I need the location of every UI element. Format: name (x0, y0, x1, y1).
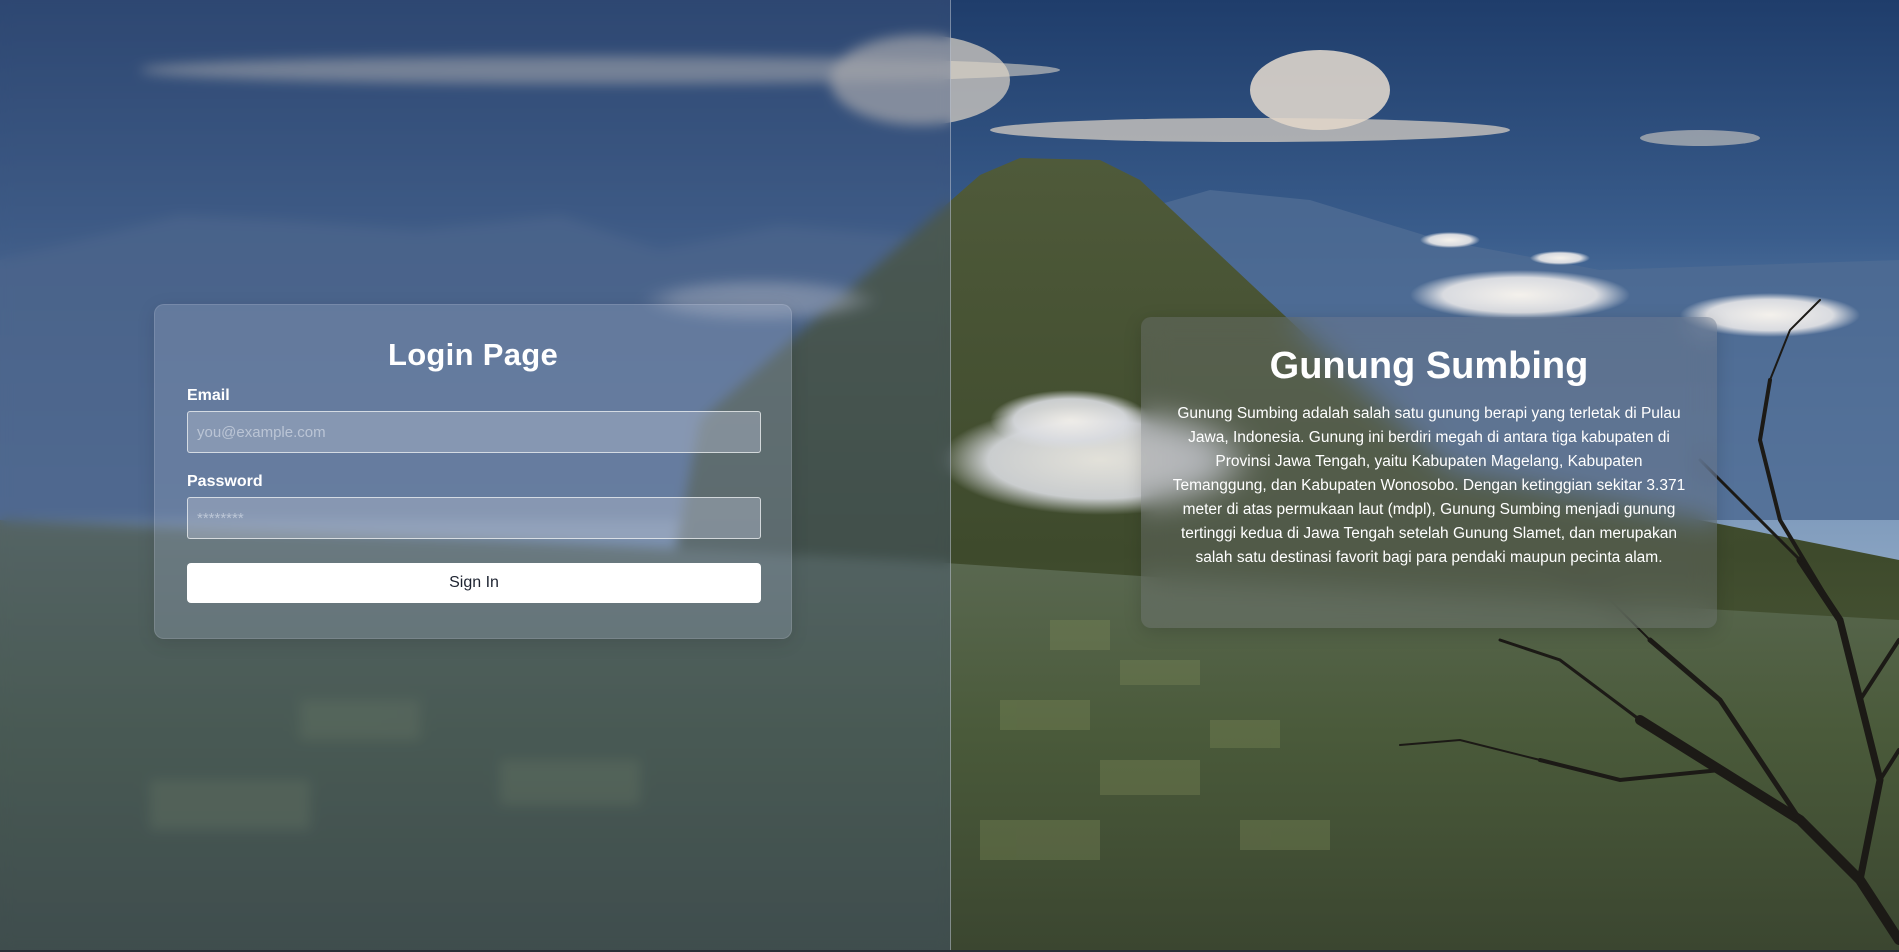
login-card: Login Page Email Password Sign In (154, 304, 792, 639)
info-title: Gunung Sumbing (1269, 345, 1589, 387)
login-title: Login Page (387, 337, 559, 372)
sign-in-button[interactable]: Sign In (187, 563, 761, 603)
password-field-group: Password (187, 473, 761, 539)
info-description: Gunung Sumbing adalah salah satu gunung … (1172, 405, 1686, 566)
email-field-group: Email (187, 387, 761, 453)
info-card: Gunung Sumbing Gunung Sumbing adalah sal… (1141, 317, 1717, 628)
left-blur-panel: Login Page Email Password Sign In (0, 0, 951, 950)
password-input[interactable] (187, 497, 761, 539)
email-label: Email (187, 387, 230, 404)
email-input[interactable] (187, 411, 761, 453)
password-label: Password (187, 473, 263, 490)
login-page: Login Page Email Password Sign In Gunung… (0, 0, 1899, 952)
